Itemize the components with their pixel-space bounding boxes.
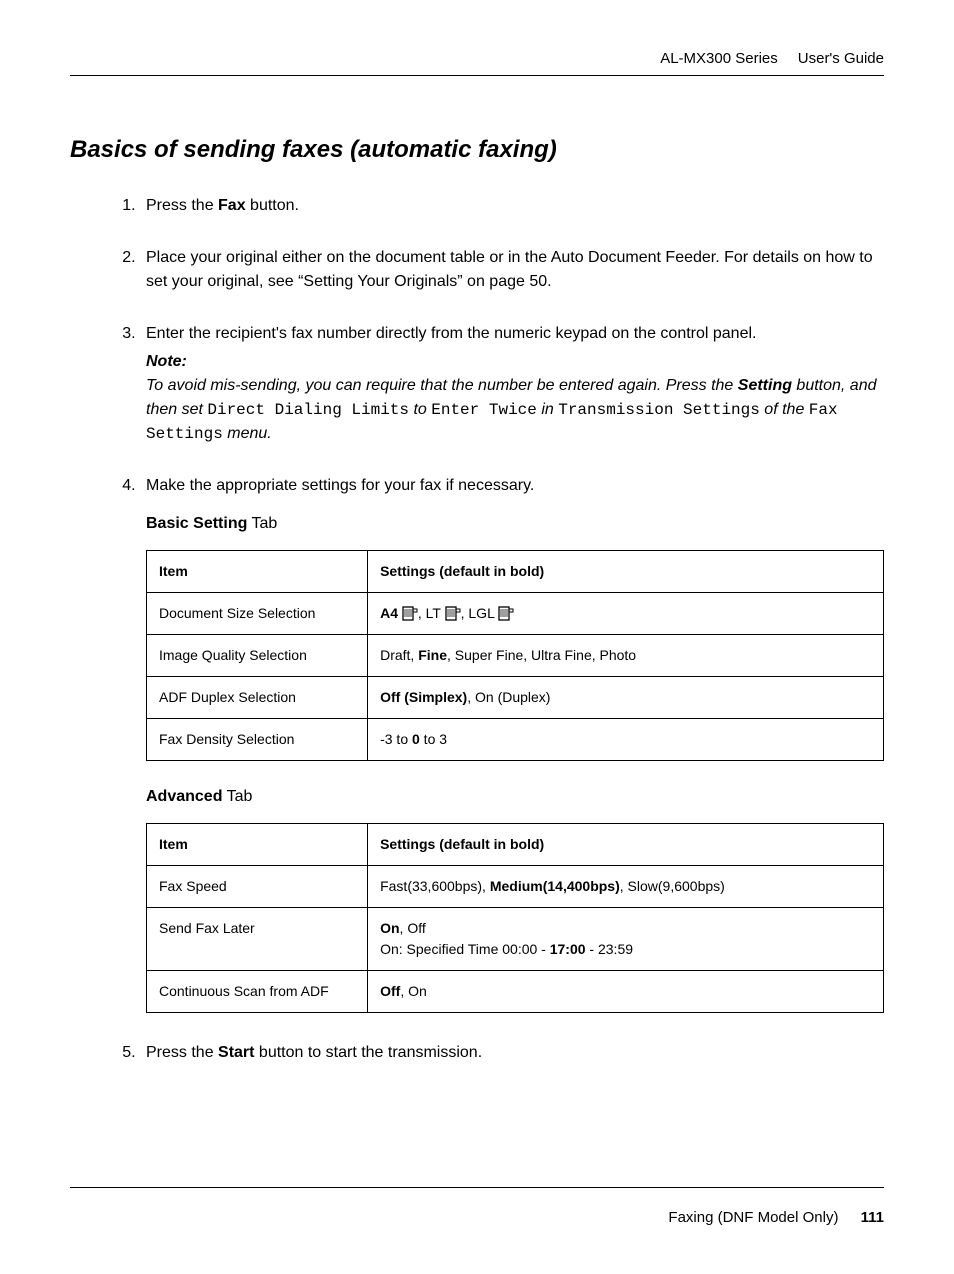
basic-r4-bold: 0	[412, 731, 420, 747]
basic-r3-settings: Off (Simplex), On (Duplex)	[368, 677, 884, 719]
basic-r4-item: Fax Density Selection	[147, 719, 368, 761]
step-2: Place your original either on the docume…	[140, 246, 884, 294]
step-1: Press the Fax button.	[140, 194, 884, 218]
basic-th-item: Item	[147, 551, 368, 593]
table-row: Image Quality Selection Draft, Fine, Sup…	[147, 635, 884, 677]
step-1-post: button.	[246, 197, 299, 214]
header-doc: User's Guide	[798, 50, 884, 67]
orientation-icon	[498, 606, 514, 621]
table-row: Send Fax Later On, Off On: Specified Tim…	[147, 908, 884, 971]
footer-page-number: 111	[861, 1209, 884, 1226]
running-header: AL-MX300 Series User's Guide	[70, 50, 884, 67]
advanced-tab-heading-bold: Advanced	[146, 788, 222, 805]
orientation-icon	[445, 606, 461, 621]
note-mono-1: Direct Dialing Limits	[207, 401, 409, 419]
adv-r3-post: , On	[400, 983, 426, 999]
advanced-tab-heading-plain: Tab	[222, 788, 252, 805]
basic-r4-settings: -3 to 0 to 3	[368, 719, 884, 761]
adv-r2-l2-bold: 17:00	[550, 941, 586, 957]
note-setting: Setting	[738, 377, 792, 394]
advanced-tab-heading: Advanced Tab	[146, 785, 884, 809]
step-3: Enter the recipient's fax number directl…	[140, 322, 884, 446]
steps-list: Press the Fax button. Place your origina…	[100, 194, 884, 1065]
step-5-pre: Press the	[146, 1044, 218, 1061]
advanced-settings-table: Item Settings (default in bold) Fax Spee…	[146, 823, 884, 1013]
basic-r1-a4: A4	[380, 605, 398, 621]
step-4: Make the appropriate settings for your f…	[140, 474, 884, 1013]
step-5: Press the Start button to start the tran…	[140, 1041, 884, 1065]
adv-r1-settings: Fast(33,600bps), Medium(14,400bps), Slow…	[368, 866, 884, 908]
basic-tab-heading-plain: Tab	[247, 515, 277, 532]
adv-r2-item: Send Fax Later	[147, 908, 368, 971]
table-row: Continuous Scan from ADF Off, On	[147, 971, 884, 1013]
basic-r2-item: Image Quality Selection	[147, 635, 368, 677]
section-title: Basics of sending faxes (automatic faxin…	[70, 136, 884, 164]
orientation-icon	[402, 606, 418, 621]
step-1-bold: Fax	[218, 197, 246, 214]
basic-r3-post: , On (Duplex)	[467, 689, 550, 705]
adv-r2-settings: On, Off On: Specified Time 00:00 - 17:00…	[368, 908, 884, 971]
adv-r2-l2-post: - 23:59	[586, 941, 633, 957]
note-mono-2: Enter Twice	[431, 401, 537, 419]
basic-tab-heading-bold: Basic Setting	[146, 515, 247, 532]
adv-r2-on: On	[380, 920, 399, 936]
basic-r4-post: to 3	[420, 731, 447, 747]
header-rule	[70, 75, 884, 76]
note-body: To avoid mis-sending, you can require th…	[146, 374, 884, 446]
note-e: of the	[760, 401, 809, 418]
basic-r1-settings: A4 , LT , LGL	[368, 593, 884, 635]
adv-th-item: Item	[147, 824, 368, 866]
basic-r3-bold: Off (Simplex)	[380, 689, 467, 705]
basic-r1-mid: , LT	[418, 605, 445, 621]
adv-r1-pre: Fast(33,600bps),	[380, 878, 490, 894]
note-c: to	[409, 401, 431, 418]
note-label: Note:	[146, 350, 884, 374]
adv-r1-item: Fax Speed	[147, 866, 368, 908]
step-3-text: Enter the recipient's fax number directl…	[146, 325, 756, 342]
note-f: menu.	[223, 425, 272, 442]
step-5-bold: Start	[218, 1044, 254, 1061]
basic-r1-end: , LGL	[461, 605, 499, 621]
basic-tab-heading: Basic Setting Tab	[146, 512, 884, 536]
adv-r3-settings: Off, On	[368, 971, 884, 1013]
table-row: ADF Duplex Selection Off (Simplex), On (…	[147, 677, 884, 719]
basic-r3-item: ADF Duplex Selection	[147, 677, 368, 719]
running-footer: Faxing (DNF Model Only) 111	[668, 1209, 884, 1226]
note-mono-3: Transmission Settings	[558, 401, 760, 419]
basic-settings-table: Item Settings (default in bold) Document…	[146, 550, 884, 761]
footer-chapter: Faxing (DNF Model Only)	[668, 1209, 838, 1226]
basic-r2-settings: Draft, Fine, Super Fine, Ultra Fine, Pho…	[368, 635, 884, 677]
adv-r2-l2-pre: On: Specified Time 00:00 -	[380, 941, 550, 957]
adv-r1-post: , Slow(9,600bps)	[620, 878, 725, 894]
table-row: Fax Density Selection -3 to 0 to 3	[147, 719, 884, 761]
adv-r1-bold: Medium(14,400bps)	[490, 878, 620, 894]
basic-r2-post: , Super Fine, Ultra Fine, Photo	[447, 647, 636, 663]
step-4-text: Make the appropriate settings for your f…	[146, 477, 534, 494]
basic-r2-pre: Draft,	[380, 647, 418, 663]
table-row: Fax Speed Fast(33,600bps), Medium(14,400…	[147, 866, 884, 908]
adv-r3-bold: Off	[380, 983, 400, 999]
adv-r3-item: Continuous Scan from ADF	[147, 971, 368, 1013]
step-5-post: button to start the transmission.	[254, 1044, 482, 1061]
adv-th-settings: Settings (default in bold)	[368, 824, 884, 866]
step-2-text: Place your original either on the docume…	[146, 249, 873, 290]
note-d: in	[537, 401, 558, 418]
table-header-row: Item Settings (default in bold)	[147, 551, 884, 593]
adv-r2-off-post: , Off	[400, 920, 426, 936]
table-header-row: Item Settings (default in bold)	[147, 824, 884, 866]
basic-r2-bold: Fine	[418, 647, 447, 663]
header-series: AL-MX300 Series	[660, 50, 778, 67]
note-a: To avoid mis-sending, you can require th…	[146, 377, 738, 394]
basic-r4-pre: -3 to	[380, 731, 412, 747]
footer-rule	[70, 1187, 884, 1188]
basic-th-settings: Settings (default in bold)	[368, 551, 884, 593]
step-1-pre: Press the	[146, 197, 218, 214]
basic-r1-item: Document Size Selection	[147, 593, 368, 635]
table-row: Document Size Selection A4 , LT , LGL	[147, 593, 884, 635]
